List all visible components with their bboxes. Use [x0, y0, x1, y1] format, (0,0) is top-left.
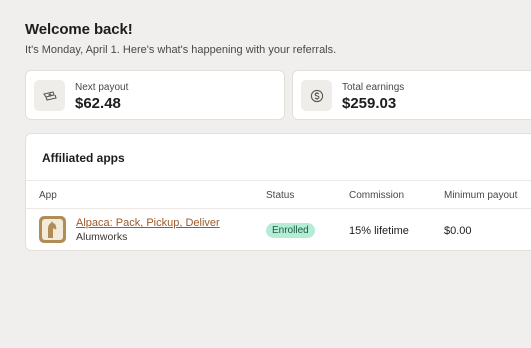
total-earnings-value: $259.03: [342, 95, 397, 112]
next-payout-label: Next payout: [75, 82, 129, 93]
next-payout-card: Next payout $62.48: [25, 70, 285, 120]
commission-value: 15% lifetime: [349, 225, 409, 237]
column-header-minimum-payout: Minimum payout: [444, 190, 518, 201]
page-subtitle: It's Monday, April 1. Here's what's happ…: [25, 44, 337, 56]
next-payout-value: $62.48: [75, 95, 121, 112]
page-title: Welcome back!: [25, 21, 133, 38]
dollar-coin-icon: [301, 80, 332, 111]
total-earnings-card: Total earnings $259.03: [292, 70, 531, 120]
column-header-app: App: [39, 190, 57, 201]
total-earnings-label: Total earnings: [342, 82, 405, 93]
table-row: Alpaca: Pack, Pickup, Deliver Alumworks …: [26, 209, 531, 250]
page-header: Welcome back! It's Monday, April 1. Here…: [25, 21, 336, 56]
app-name-link[interactable]: Alpaca: Pack, Pickup, Deliver: [76, 217, 220, 229]
status-badge: Enrolled: [266, 223, 315, 238]
column-header-status: Status: [266, 190, 295, 201]
column-header-commission: Commission: [349, 190, 405, 201]
panel-title: Affiliated apps: [42, 151, 125, 165]
table-header: App Status Commission Minimum payout: [26, 180, 531, 209]
affiliated-apps-panel: Affiliated apps App Status Commission Mi…: [25, 133, 531, 251]
app-developer: Alumworks: [76, 231, 128, 243]
alpaca-app-icon: [39, 216, 66, 243]
cash-icon: [34, 80, 65, 111]
minimum-payout-value: $0.00: [444, 225, 472, 237]
